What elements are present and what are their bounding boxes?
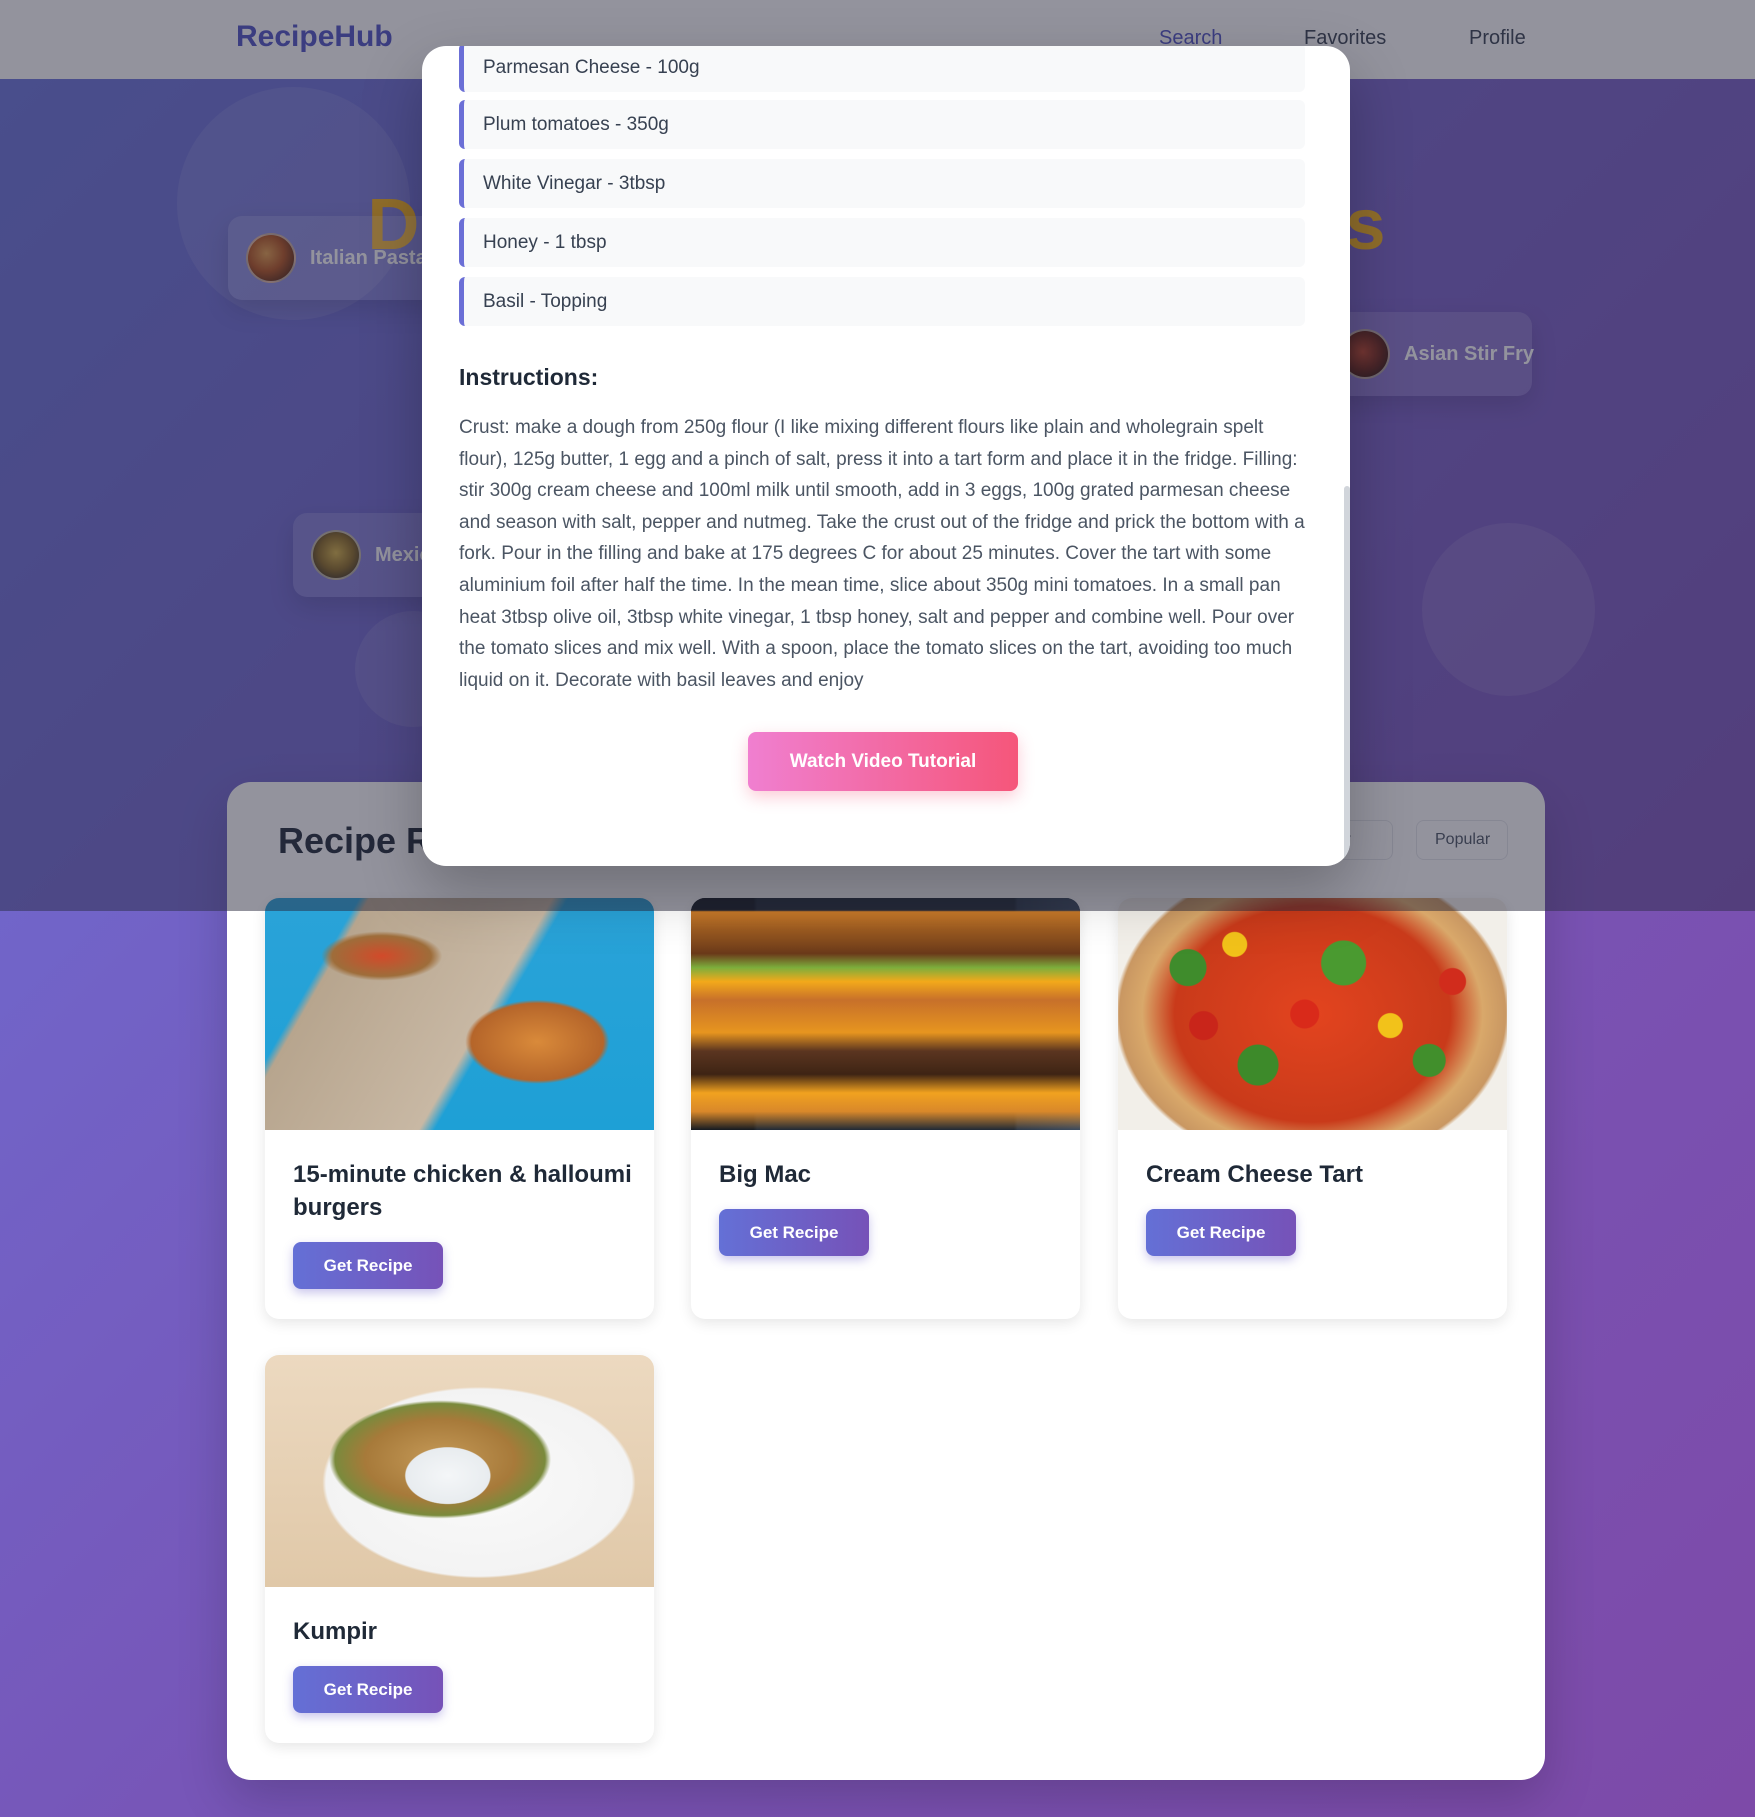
recipe-card[interactable]: 15-minute chicken & halloumi burgers Get… — [265, 898, 654, 1319]
ingredient-item: Honey - 1 tbsp — [459, 218, 1305, 267]
recipe-title: Cream Cheese Tart — [1146, 1161, 1363, 1188]
recipe-card[interactable]: Cream Cheese Tart Get Recipe — [1118, 898, 1507, 1319]
ingredient-item: Parmesan Cheese - 100g — [459, 46, 1305, 92]
ingredient-item: White Vinegar - 3tbsp — [459, 159, 1305, 208]
recipe-results-section: Recipe R ealthy Popular 15-minute chicke… — [227, 782, 1545, 1780]
recipe-image — [691, 898, 1080, 1130]
ingredient-item: Plum tomatoes - 350g — [459, 100, 1305, 149]
recipe-card[interactable]: Big Mac Get Recipe — [691, 898, 1080, 1319]
instructions-title: Instructions: — [459, 364, 599, 390]
recipe-image — [265, 1355, 654, 1587]
get-recipe-button[interactable]: Get Recipe — [293, 1242, 443, 1289]
recipe-card[interactable]: Kumpir Get Recipe — [265, 1355, 654, 1743]
recipe-title: Kumpir — [293, 1618, 377, 1645]
recipe-image — [1118, 898, 1507, 1130]
recipe-image — [265, 898, 654, 1130]
get-recipe-button[interactable]: Get Recipe — [293, 1666, 443, 1713]
get-recipe-button[interactable]: Get Recipe — [719, 1209, 869, 1256]
watch-video-tutorial-button[interactable]: Watch Video Tutorial — [748, 732, 1018, 791]
recipe-modal: Parmesan Cheese - 100g Plum tomatoes - 3… — [422, 46, 1350, 866]
get-recipe-button[interactable]: Get Recipe — [1146, 1209, 1296, 1256]
ingredient-item: Basil - Topping — [459, 277, 1305, 326]
instructions-text: Crust: make a dough from 250g flour (I l… — [459, 417, 1305, 691]
modal-scrollbar[interactable] — [1344, 486, 1350, 866]
recipe-title: 15-minute chicken & halloumi burgers — [293, 1161, 632, 1221]
recipe-title: Big Mac — [719, 1161, 812, 1188]
